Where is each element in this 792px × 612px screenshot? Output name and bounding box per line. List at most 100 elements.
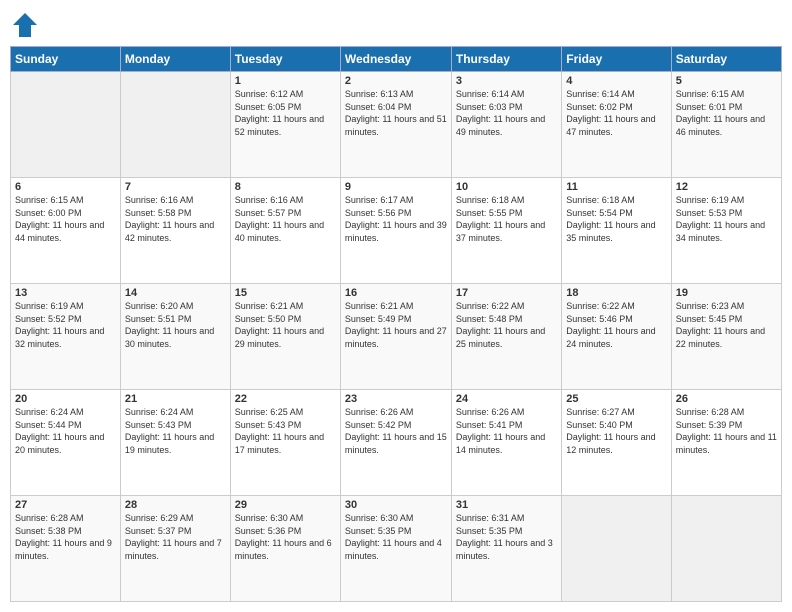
day-number: 15 bbox=[235, 287, 336, 299]
day-cell bbox=[562, 496, 671, 602]
day-info: Sunrise: 6:13 AM Sunset: 6:04 PM Dayligh… bbox=[345, 88, 447, 138]
day-info: Sunrise: 6:30 AM Sunset: 5:36 PM Dayligh… bbox=[235, 512, 336, 562]
day-info: Sunrise: 6:19 AM Sunset: 5:53 PM Dayligh… bbox=[676, 194, 777, 244]
day-number: 12 bbox=[676, 181, 777, 193]
day-cell: 25Sunrise: 6:27 AM Sunset: 5:40 PM Dayli… bbox=[562, 390, 671, 496]
day-number: 4 bbox=[566, 75, 666, 87]
day-cell: 10Sunrise: 6:18 AM Sunset: 5:55 PM Dayli… bbox=[451, 178, 561, 284]
day-number: 9 bbox=[345, 181, 447, 193]
day-cell: 13Sunrise: 6:19 AM Sunset: 5:52 PM Dayli… bbox=[11, 284, 121, 390]
day-number: 20 bbox=[15, 393, 116, 405]
week-row-4: 20Sunrise: 6:24 AM Sunset: 5:44 PM Dayli… bbox=[11, 390, 782, 496]
weekday-saturday: Saturday bbox=[671, 47, 781, 72]
day-number: 23 bbox=[345, 393, 447, 405]
day-info: Sunrise: 6:22 AM Sunset: 5:46 PM Dayligh… bbox=[566, 300, 666, 350]
day-number: 6 bbox=[15, 181, 116, 193]
day-info: Sunrise: 6:14 AM Sunset: 6:02 PM Dayligh… bbox=[566, 88, 666, 138]
logo-icon bbox=[10, 10, 40, 40]
day-info: Sunrise: 6:24 AM Sunset: 5:43 PM Dayligh… bbox=[125, 406, 226, 456]
day-number: 24 bbox=[456, 393, 557, 405]
day-info: Sunrise: 6:30 AM Sunset: 5:35 PM Dayligh… bbox=[345, 512, 447, 562]
day-cell: 5Sunrise: 6:15 AM Sunset: 6:01 PM Daylig… bbox=[671, 72, 781, 178]
weekday-wednesday: Wednesday bbox=[340, 47, 451, 72]
day-number: 5 bbox=[676, 75, 777, 87]
day-info: Sunrise: 6:24 AM Sunset: 5:44 PM Dayligh… bbox=[15, 406, 116, 456]
day-cell: 7Sunrise: 6:16 AM Sunset: 5:58 PM Daylig… bbox=[120, 178, 230, 284]
day-number: 29 bbox=[235, 499, 336, 511]
day-info: Sunrise: 6:22 AM Sunset: 5:48 PM Dayligh… bbox=[456, 300, 557, 350]
day-cell: 2Sunrise: 6:13 AM Sunset: 6:04 PM Daylig… bbox=[340, 72, 451, 178]
day-number: 17 bbox=[456, 287, 557, 299]
weekday-sunday: Sunday bbox=[11, 47, 121, 72]
day-cell: 19Sunrise: 6:23 AM Sunset: 5:45 PM Dayli… bbox=[671, 284, 781, 390]
day-cell: 15Sunrise: 6:21 AM Sunset: 5:50 PM Dayli… bbox=[230, 284, 340, 390]
day-info: Sunrise: 6:25 AM Sunset: 5:43 PM Dayligh… bbox=[235, 406, 336, 456]
day-number: 7 bbox=[125, 181, 226, 193]
day-cell: 22Sunrise: 6:25 AM Sunset: 5:43 PM Dayli… bbox=[230, 390, 340, 496]
day-cell: 26Sunrise: 6:28 AM Sunset: 5:39 PM Dayli… bbox=[671, 390, 781, 496]
day-number: 25 bbox=[566, 393, 666, 405]
day-info: Sunrise: 6:18 AM Sunset: 5:54 PM Dayligh… bbox=[566, 194, 666, 244]
calendar-table: SundayMondayTuesdayWednesdayThursdayFrid… bbox=[10, 46, 782, 602]
day-number: 28 bbox=[125, 499, 226, 511]
day-cell: 29Sunrise: 6:30 AM Sunset: 5:36 PM Dayli… bbox=[230, 496, 340, 602]
day-cell: 27Sunrise: 6:28 AM Sunset: 5:38 PM Dayli… bbox=[11, 496, 121, 602]
day-cell: 24Sunrise: 6:26 AM Sunset: 5:41 PM Dayli… bbox=[451, 390, 561, 496]
day-info: Sunrise: 6:14 AM Sunset: 6:03 PM Dayligh… bbox=[456, 88, 557, 138]
weekday-header-row: SundayMondayTuesdayWednesdayThursdayFrid… bbox=[11, 47, 782, 72]
day-number: 10 bbox=[456, 181, 557, 193]
day-cell: 28Sunrise: 6:29 AM Sunset: 5:37 PM Dayli… bbox=[120, 496, 230, 602]
day-info: Sunrise: 6:31 AM Sunset: 5:35 PM Dayligh… bbox=[456, 512, 557, 562]
week-row-2: 6Sunrise: 6:15 AM Sunset: 6:00 PM Daylig… bbox=[11, 178, 782, 284]
logo bbox=[10, 10, 44, 40]
day-number: 16 bbox=[345, 287, 447, 299]
day-info: Sunrise: 6:21 AM Sunset: 5:49 PM Dayligh… bbox=[345, 300, 447, 350]
weekday-monday: Monday bbox=[120, 47, 230, 72]
weekday-tuesday: Tuesday bbox=[230, 47, 340, 72]
day-number: 13 bbox=[15, 287, 116, 299]
day-info: Sunrise: 6:16 AM Sunset: 5:57 PM Dayligh… bbox=[235, 194, 336, 244]
day-number: 2 bbox=[345, 75, 447, 87]
day-info: Sunrise: 6:29 AM Sunset: 5:37 PM Dayligh… bbox=[125, 512, 226, 562]
weekday-friday: Friday bbox=[562, 47, 671, 72]
day-info: Sunrise: 6:12 AM Sunset: 6:05 PM Dayligh… bbox=[235, 88, 336, 138]
day-number: 26 bbox=[676, 393, 777, 405]
day-number: 3 bbox=[456, 75, 557, 87]
week-row-1: 1Sunrise: 6:12 AM Sunset: 6:05 PM Daylig… bbox=[11, 72, 782, 178]
day-cell: 4Sunrise: 6:14 AM Sunset: 6:02 PM Daylig… bbox=[562, 72, 671, 178]
day-number: 18 bbox=[566, 287, 666, 299]
day-cell: 1Sunrise: 6:12 AM Sunset: 6:05 PM Daylig… bbox=[230, 72, 340, 178]
day-number: 21 bbox=[125, 393, 226, 405]
day-cell: 9Sunrise: 6:17 AM Sunset: 5:56 PM Daylig… bbox=[340, 178, 451, 284]
day-info: Sunrise: 6:19 AM Sunset: 5:52 PM Dayligh… bbox=[15, 300, 116, 350]
day-info: Sunrise: 6:21 AM Sunset: 5:50 PM Dayligh… bbox=[235, 300, 336, 350]
day-cell bbox=[120, 72, 230, 178]
day-number: 14 bbox=[125, 287, 226, 299]
day-number: 11 bbox=[566, 181, 666, 193]
week-row-5: 27Sunrise: 6:28 AM Sunset: 5:38 PM Dayli… bbox=[11, 496, 782, 602]
day-info: Sunrise: 6:17 AM Sunset: 5:56 PM Dayligh… bbox=[345, 194, 447, 244]
day-cell: 3Sunrise: 6:14 AM Sunset: 6:03 PM Daylig… bbox=[451, 72, 561, 178]
day-cell bbox=[11, 72, 121, 178]
day-number: 27 bbox=[15, 499, 116, 511]
day-number: 30 bbox=[345, 499, 447, 511]
day-cell bbox=[671, 496, 781, 602]
day-number: 31 bbox=[456, 499, 557, 511]
day-cell: 8Sunrise: 6:16 AM Sunset: 5:57 PM Daylig… bbox=[230, 178, 340, 284]
header bbox=[10, 10, 782, 40]
day-cell: 20Sunrise: 6:24 AM Sunset: 5:44 PM Dayli… bbox=[11, 390, 121, 496]
day-info: Sunrise: 6:15 AM Sunset: 6:00 PM Dayligh… bbox=[15, 194, 116, 244]
day-cell: 18Sunrise: 6:22 AM Sunset: 5:46 PM Dayli… bbox=[562, 284, 671, 390]
day-cell: 6Sunrise: 6:15 AM Sunset: 6:00 PM Daylig… bbox=[11, 178, 121, 284]
day-cell: 12Sunrise: 6:19 AM Sunset: 5:53 PM Dayli… bbox=[671, 178, 781, 284]
day-cell: 30Sunrise: 6:30 AM Sunset: 5:35 PM Dayli… bbox=[340, 496, 451, 602]
day-cell: 16Sunrise: 6:21 AM Sunset: 5:49 PM Dayli… bbox=[340, 284, 451, 390]
day-info: Sunrise: 6:28 AM Sunset: 5:38 PM Dayligh… bbox=[15, 512, 116, 562]
day-number: 1 bbox=[235, 75, 336, 87]
day-info: Sunrise: 6:26 AM Sunset: 5:42 PM Dayligh… bbox=[345, 406, 447, 456]
day-info: Sunrise: 6:20 AM Sunset: 5:51 PM Dayligh… bbox=[125, 300, 226, 350]
day-info: Sunrise: 6:28 AM Sunset: 5:39 PM Dayligh… bbox=[676, 406, 777, 456]
day-number: 8 bbox=[235, 181, 336, 193]
day-info: Sunrise: 6:18 AM Sunset: 5:55 PM Dayligh… bbox=[456, 194, 557, 244]
day-info: Sunrise: 6:26 AM Sunset: 5:41 PM Dayligh… bbox=[456, 406, 557, 456]
